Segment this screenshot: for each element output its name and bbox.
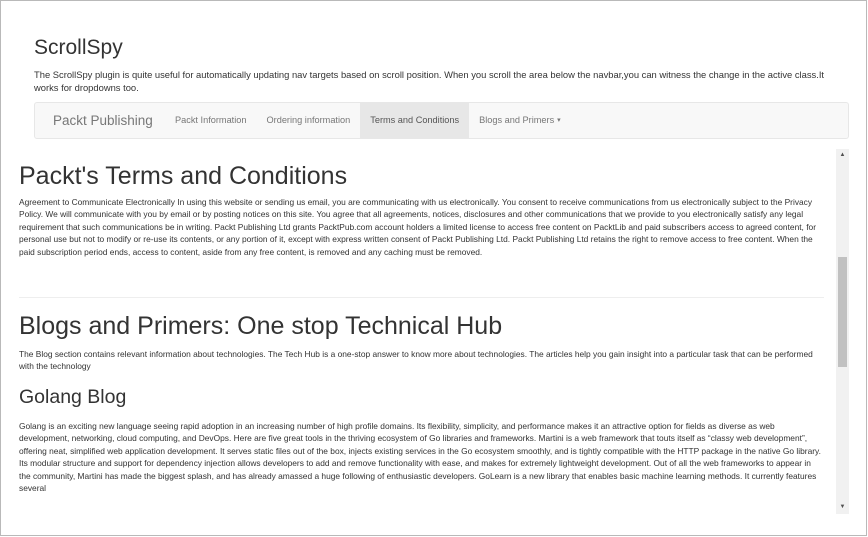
section-body-terms: Agreement to Communicate Electronically … — [19, 197, 816, 257]
section-heading-blogs: Blogs and Primers: One stop Technical Hu… — [19, 312, 503, 340]
nav-item-packt-information[interactable]: Packt Information — [165, 103, 257, 138]
section-body-blogs: The Blog section contains relevant infor… — [19, 349, 813, 372]
page-title: ScrollSpy — [34, 36, 123, 59]
nav-dropdown-blogs-and-primers[interactable]: Blogs and Primers ▾ — [469, 103, 571, 138]
section-body-golang: Golang is an exciting new language seein… — [19, 421, 821, 494]
nav-item-label: Packt Information — [175, 115, 247, 125]
nav-item-terms-and-conditions[interactable]: Terms and Conditions — [360, 103, 470, 138]
navbar-brand[interactable]: Packt Publishing — [53, 103, 153, 138]
scrollspy-content-area[interactable]: Packt's Terms and Conditions Agreement t… — [19, 149, 835, 514]
navbar: Packt Publishing Packt Information Order… — [34, 102, 849, 139]
scroll-up-arrow-icon[interactable]: ▲ — [836, 149, 849, 162]
browser-viewport: ScrollSpy The ScrollSpy plugin is quite … — [0, 0, 867, 536]
nav-item-label: Blogs and Primers — [479, 115, 555, 125]
section-heading-golang: Golang Blog — [19, 386, 127, 408]
section-divider — [19, 297, 824, 298]
caret-down-icon: ▾ — [557, 117, 561, 125]
nav-item-label: Terms and Conditions — [370, 115, 460, 125]
section-heading-terms: Packt's Terms and Conditions — [19, 162, 348, 190]
nav-item-label: Ordering information — [266, 115, 351, 125]
scroll-down-arrow-icon[interactable]: ▼ — [836, 501, 849, 514]
nav-item-ordering-information[interactable]: Ordering information — [257, 103, 361, 138]
vertical-scrollbar[interactable]: ▲ ▼ — [836, 149, 849, 514]
nav-list: Packt Information Ordering information T… — [165, 103, 571, 138]
page-description: The ScrollSpy plugin is quite useful for… — [34, 69, 825, 93]
scrollbar-thumb[interactable] — [838, 257, 847, 367]
